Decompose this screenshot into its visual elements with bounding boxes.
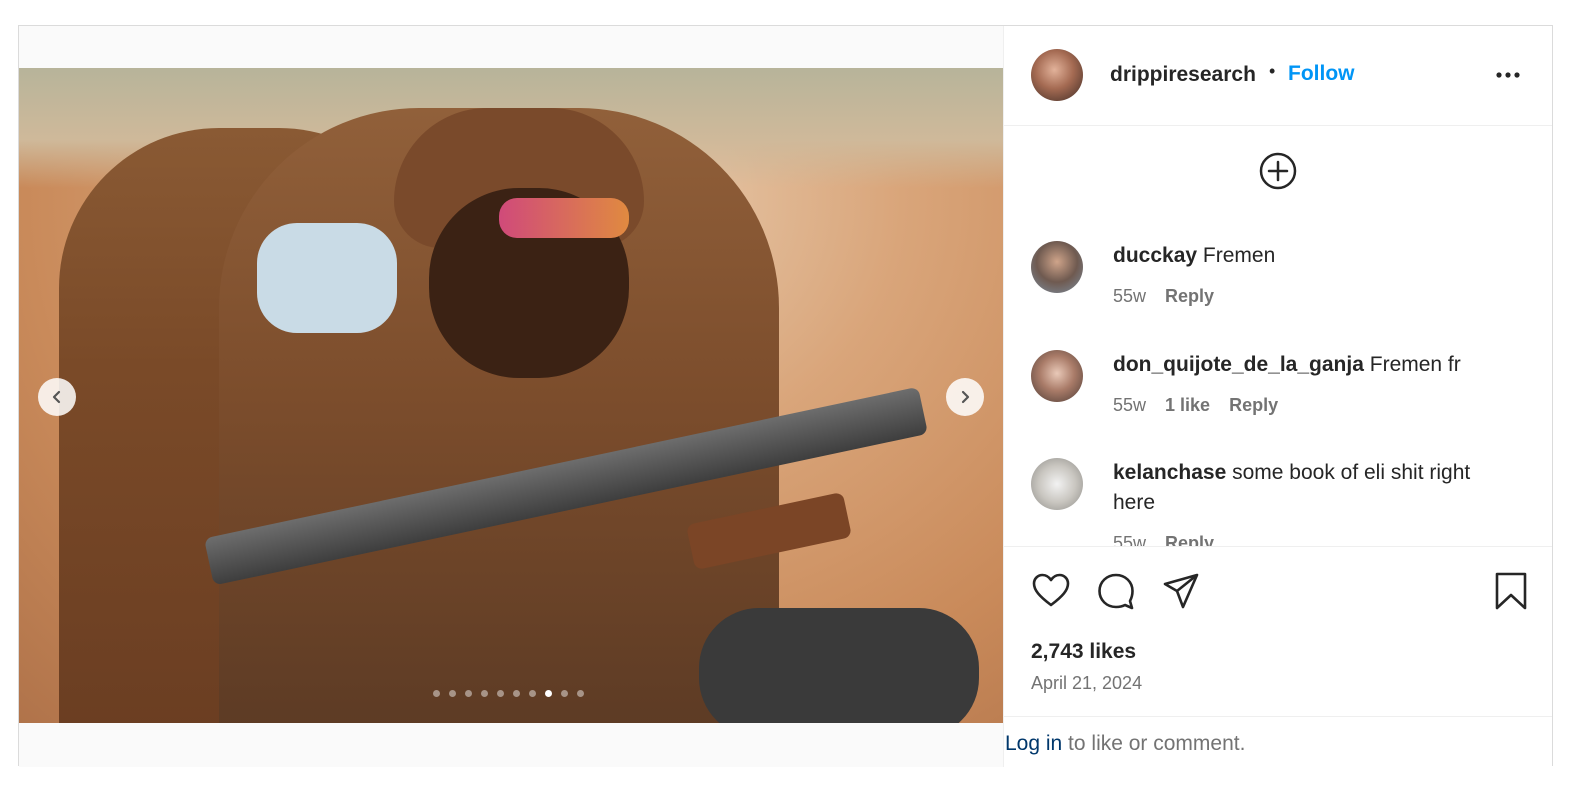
comment-username[interactable]: kelanchase xyxy=(1113,461,1226,484)
carousel-dot xyxy=(481,690,488,697)
heart-icon[interactable] xyxy=(1031,571,1071,611)
post-actions: 2,743 likes April 21, 2024 xyxy=(1004,546,1552,717)
chevron-right-icon xyxy=(961,390,970,404)
carousel-dot xyxy=(497,690,504,697)
author-avatar[interactable] xyxy=(1031,49,1083,101)
plus-circle-icon[interactable] xyxy=(1258,151,1298,191)
more-options-icon[interactable] xyxy=(1492,64,1524,86)
comment-username[interactable]: don_quijote_de_la_ganja xyxy=(1113,353,1364,376)
reply-button[interactable]: Reply xyxy=(1165,533,1214,546)
comment-like-count[interactable]: 1 like xyxy=(1165,395,1210,416)
comment-icon[interactable] xyxy=(1096,571,1136,611)
post-photo[interactable] xyxy=(19,68,1003,723)
comment-text: Fremen fr xyxy=(1369,353,1461,376)
chevron-left-icon xyxy=(52,390,61,404)
instagram-post: drippiresearch • Follow ducckay Fremen 5… xyxy=(18,25,1553,768)
send-icon[interactable] xyxy=(1161,571,1201,611)
reply-button[interactable]: Reply xyxy=(1165,286,1214,307)
comment-username[interactable]: ducckay xyxy=(1113,244,1197,267)
comment-age: 55w xyxy=(1113,286,1147,306)
follow-button[interactable]: Follow xyxy=(1288,62,1355,86)
carousel-dot xyxy=(561,690,568,697)
carousel-next-button[interactable] xyxy=(946,378,984,416)
comment-text: Fremen xyxy=(1202,244,1276,267)
commenter-avatar[interactable] xyxy=(1031,350,1083,402)
login-prompt: Log in to like or comment. xyxy=(1004,716,1552,768)
author-username[interactable]: drippiresearch xyxy=(1110,63,1256,87)
comment-age: 55w xyxy=(1113,395,1147,415)
carousel-dot xyxy=(465,690,472,697)
commenter-avatar[interactable] xyxy=(1031,458,1083,510)
reply-button[interactable]: Reply xyxy=(1229,395,1278,416)
login-link[interactable]: Log in xyxy=(1005,732,1062,755)
post-date[interactable]: April 21, 2024 xyxy=(1031,673,1142,694)
carousel-dot xyxy=(433,690,440,697)
login-prompt-text: to like or comment. xyxy=(1062,732,1246,755)
separator-dot: • xyxy=(1269,61,1276,81)
post-sidebar: drippiresearch • Follow ducckay Fremen 5… xyxy=(1004,26,1552,768)
carousel-dot xyxy=(545,690,552,697)
carousel-dot xyxy=(529,690,536,697)
carousel-dot xyxy=(449,690,456,697)
post-header: drippiresearch • Follow xyxy=(1004,26,1552,126)
carousel-dot xyxy=(577,690,584,697)
carousel-indicator xyxy=(433,690,584,697)
post-media xyxy=(19,26,1004,767)
like-count[interactable]: 2,743 likes xyxy=(1031,640,1136,664)
comments-list: ducckay Fremen 55w Reply don_quijote_de_… xyxy=(1004,226,1552,546)
carousel-prev-button[interactable] xyxy=(38,378,76,416)
bookmark-icon[interactable] xyxy=(1491,571,1531,611)
commenter-avatar[interactable] xyxy=(1031,241,1083,293)
comment-age: 55w xyxy=(1113,533,1147,546)
carousel-dot xyxy=(513,690,520,697)
